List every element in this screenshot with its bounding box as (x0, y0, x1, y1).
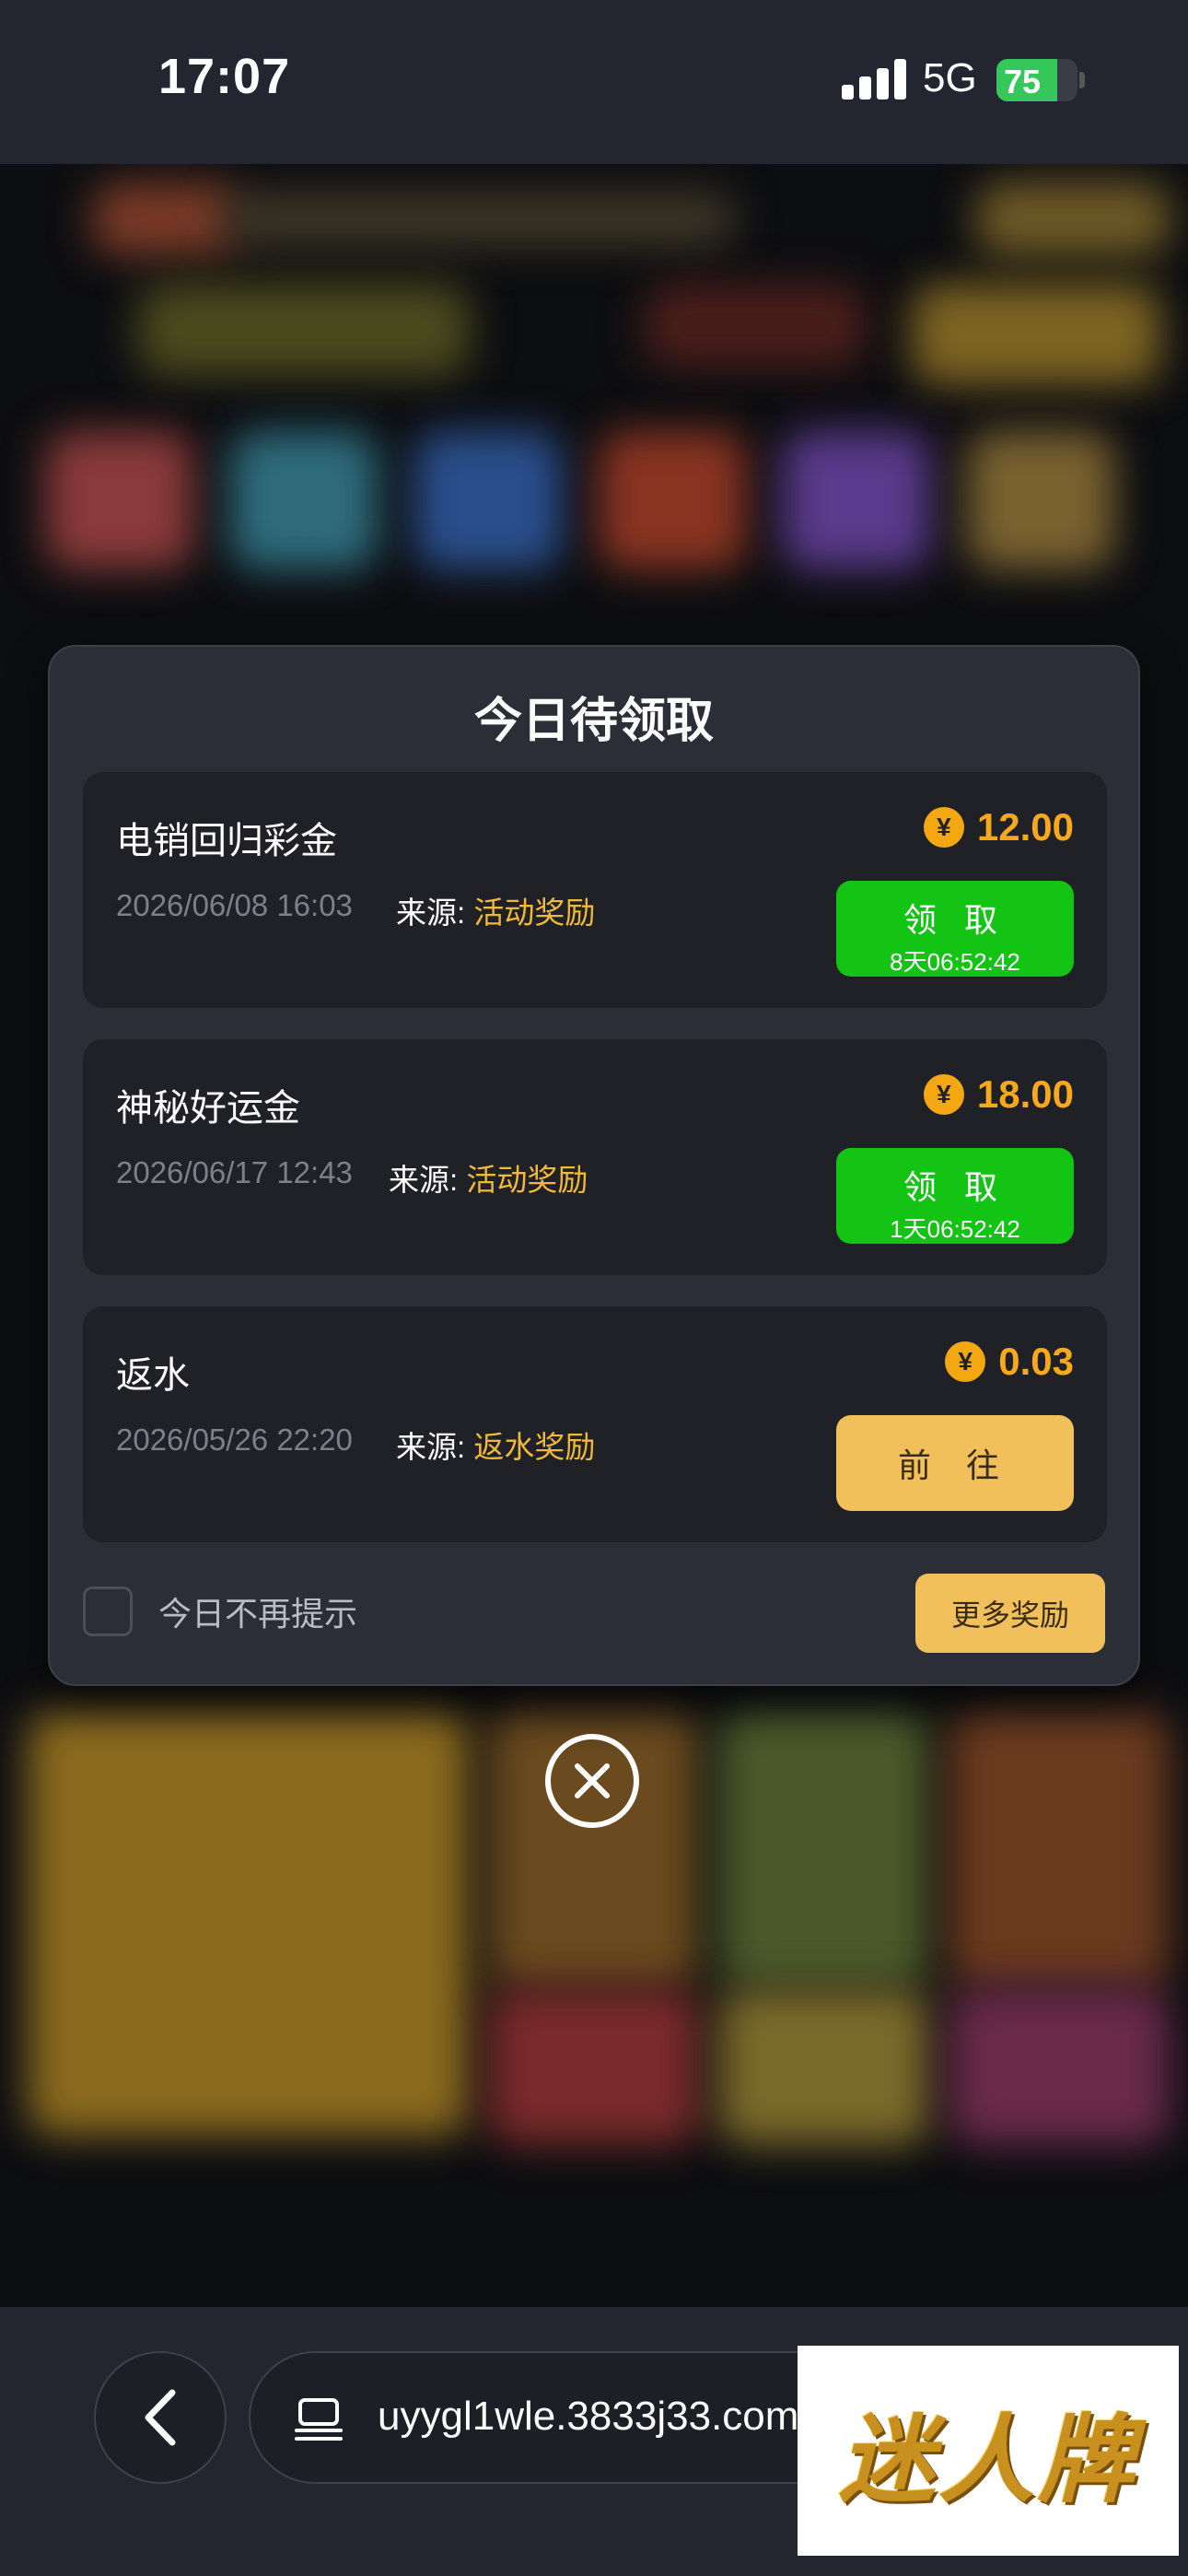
back-button[interactable] (94, 2351, 227, 2484)
claim-button[interactable]: 领 取 8天06:52:42 (836, 881, 1074, 977)
reward-source: 来源: 活动奖励 (396, 888, 595, 932)
reward-amount: ¥ 12.00 (923, 805, 1074, 849)
reward-name: 返水 (116, 1355, 190, 1396)
reward-card: 电销回归彩金 2026/06/08 16:03 来源: 活动奖励 ¥ 12.00… (83, 772, 1107, 1008)
amount-value: 18.00 (976, 1072, 1074, 1116)
reward-date: 2026/06/17 12:43 (116, 1155, 353, 1189)
reward-amount: ¥ 0.03 (945, 1340, 1074, 1384)
claim-button[interactable]: 领 取 1天06:52:42 (836, 1148, 1074, 1244)
signal-icon (842, 59, 906, 100)
reward-date: 2026/06/08 16:03 (116, 888, 353, 922)
reward-card: 神秘好运金 2026/06/17 12:43 来源: 活动奖励 ¥ 18.00 … (83, 1039, 1107, 1275)
claim-countdown: 8天06:52:42 (890, 948, 1020, 976)
reward-source: 来源: 活动奖励 (389, 1155, 588, 1200)
logo-text: 迷人牌 (838, 2402, 1137, 2516)
claim-label: 领 取 (903, 1168, 1007, 1206)
url-text: uyygl1wle.3833j33.com (378, 2394, 799, 2439)
reward-card: 返水 2026/05/26 22:20 来源: 返水奖励 ¥ 0.03 前 往 (83, 1306, 1107, 1542)
watermark-logo: 迷人牌 (798, 2346, 1179, 2556)
dont-show-checkbox[interactable] (83, 1587, 133, 1636)
yen-coin-icon: ¥ (923, 1074, 964, 1115)
source-label: 来源: (396, 1430, 466, 1464)
go-button[interactable]: 前 往 (836, 1415, 1074, 1511)
amount-value: 0.03 (998, 1340, 1074, 1383)
reward-name: 神秘好运金 (116, 1088, 300, 1129)
network-type: 5G (923, 55, 977, 100)
rewards-modal: 今日待领取 电销回归彩金 2026/06/08 16:03 来源: 活动奖励 ¥… (48, 645, 1140, 1686)
source-label: 来源: (389, 1163, 459, 1197)
source-value: 活动奖励 (466, 1163, 588, 1197)
yen-coin-icon: ¥ (945, 1341, 986, 1382)
back-chevron-icon (145, 2389, 176, 2446)
source-value: 活动奖励 (473, 896, 596, 930)
dont-show-toggle[interactable]: 今日不再提示 (83, 1587, 357, 1636)
battery-cap (1079, 72, 1085, 88)
close-circle-icon (575, 1763, 610, 1798)
reward-amount: ¥ 18.00 (923, 1072, 1074, 1117)
reward-source: 来源: 返水奖励 (396, 1423, 595, 1467)
battery-icon: 75 (996, 59, 1077, 101)
source-label: 来源: (396, 896, 466, 930)
claim-label: 领 取 (903, 901, 1007, 939)
battery-percent: 75 (1004, 63, 1042, 100)
reward-date: 2026/05/26 22:20 (116, 1423, 353, 1457)
tab-icon (295, 2398, 343, 2441)
modal-title: 今日待领取 (473, 695, 714, 748)
source-value: 返水奖励 (473, 1430, 596, 1464)
close-button[interactable] (545, 1734, 639, 1828)
dont-show-label: 今日不再提示 (158, 1595, 358, 1633)
claim-countdown: 1天06:52:42 (890, 1215, 1020, 1243)
more-rewards-button[interactable]: 更多奖励 (915, 1574, 1105, 1653)
reward-name: 电销回归彩金 (116, 821, 337, 861)
status-time: 17:07 (158, 49, 291, 104)
status-bar: 17:07 5G 75 (0, 0, 1188, 164)
yen-coin-icon: ¥ (923, 807, 964, 848)
amount-value: 12.00 (976, 805, 1074, 849)
